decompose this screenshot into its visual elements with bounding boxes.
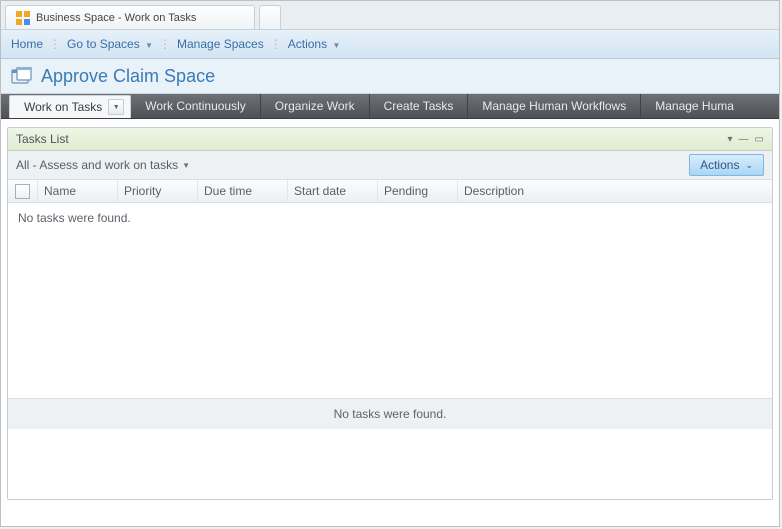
- column-name[interactable]: Name: [38, 180, 118, 202]
- browser-tab-bar: Business Space - Work on Tasks: [1, 1, 779, 30]
- new-tab-button[interactable]: [259, 5, 281, 29]
- filter-label: All - Assess and work on tasks: [16, 158, 178, 172]
- top-nav: Home ⋮ Go to Spaces ▼ ⋮ Manage Spaces ⋮ …: [1, 30, 779, 59]
- footer-empty-message: No tasks were found.: [334, 407, 447, 421]
- nav-manage-spaces[interactable]: Manage Spaces: [177, 37, 264, 51]
- empty-message: No tasks were found.: [8, 203, 168, 234]
- widget-menu-icon[interactable]: ▾: [728, 134, 733, 145]
- tab-manage-human-workflows[interactable]: Manage Human Workflows: [468, 94, 641, 118]
- widget-controls: ▾ — ▭: [728, 134, 764, 145]
- nav-home[interactable]: Home: [11, 37, 43, 51]
- column-due-time[interactable]: Due time: [198, 180, 288, 202]
- tab-dropdown-icon[interactable]: ▼: [108, 99, 124, 115]
- column-pending[interactable]: Pending: [378, 180, 458, 202]
- content-area: Tasks List ▾ — ▭ All - Assess and work o…: [1, 119, 779, 508]
- app-favicon-icon: [16, 11, 30, 25]
- column-description[interactable]: Description: [458, 180, 552, 202]
- tab-manage-truncated[interactable]: Manage Huma: [641, 94, 748, 118]
- browser-tab-active[interactable]: Business Space - Work on Tasks: [5, 5, 255, 29]
- chevron-down-icon: ▼: [145, 41, 153, 50]
- tab-label: Work on Tasks: [24, 100, 102, 114]
- nav-tab-strip: Work on Tasks ▼ Work Continuously Organi…: [1, 94, 779, 119]
- widget-maximize-icon[interactable]: ▭: [755, 134, 764, 145]
- actions-button[interactable]: Actions ⌄: [689, 154, 764, 176]
- tab-organize-work[interactable]: Organize Work: [261, 94, 370, 118]
- chevron-down-icon: ▼: [182, 161, 190, 170]
- tab-work-on-tasks[interactable]: Work on Tasks ▼: [9, 95, 131, 118]
- column-start-date[interactable]: Start date: [288, 180, 378, 202]
- app-window: Business Space - Work on Tasks Home ⋮ Go…: [0, 0, 780, 527]
- chevron-down-icon: ⌄: [745, 160, 753, 171]
- filter-dropdown[interactable]: All - Assess and work on tasks ▼: [16, 158, 190, 172]
- browser-tab-title: Business Space - Work on Tasks: [36, 12, 196, 24]
- table-body: No tasks were found.: [8, 203, 772, 398]
- widget-title: Tasks List: [16, 132, 728, 146]
- widget-filter-bar: All - Assess and work on tasks ▼ Actions…: [8, 151, 772, 180]
- tab-create-tasks[interactable]: Create Tasks: [370, 94, 469, 118]
- tab-work-continuously[interactable]: Work Continuously: [131, 94, 261, 118]
- widget-minimize-icon[interactable]: —: [739, 134, 749, 145]
- table-footer: No tasks were found.: [8, 398, 772, 429]
- space-icon: [11, 67, 33, 85]
- widget-lower-pad: [8, 429, 772, 499]
- select-all-checkbox[interactable]: [15, 184, 30, 199]
- column-header-row: Name Priority Due time Start date Pendin…: [8, 180, 772, 203]
- nav-separator: ⋮: [270, 37, 282, 51]
- actions-button-label: Actions: [700, 158, 739, 172]
- nav-separator: ⋮: [159, 37, 171, 51]
- widget-header: Tasks List ▾ — ▭: [8, 128, 772, 151]
- space-title: Approve Claim Space: [41, 66, 215, 87]
- column-priority[interactable]: Priority: [118, 180, 198, 202]
- chevron-down-icon: ▼: [332, 41, 340, 50]
- nav-actions[interactable]: Actions ▼: [288, 37, 341, 51]
- nav-separator: ⋮: [49, 37, 61, 51]
- nav-go-to-spaces[interactable]: Go to Spaces ▼: [67, 37, 153, 51]
- tasks-list-widget: Tasks List ▾ — ▭ All - Assess and work o…: [7, 127, 773, 500]
- nav-go-to-spaces-label: Go to Spaces: [67, 37, 140, 51]
- column-checkbox[interactable]: [8, 180, 38, 202]
- space-title-bar: Approve Claim Space: [1, 59, 779, 94]
- nav-actions-label: Actions: [288, 37, 327, 51]
